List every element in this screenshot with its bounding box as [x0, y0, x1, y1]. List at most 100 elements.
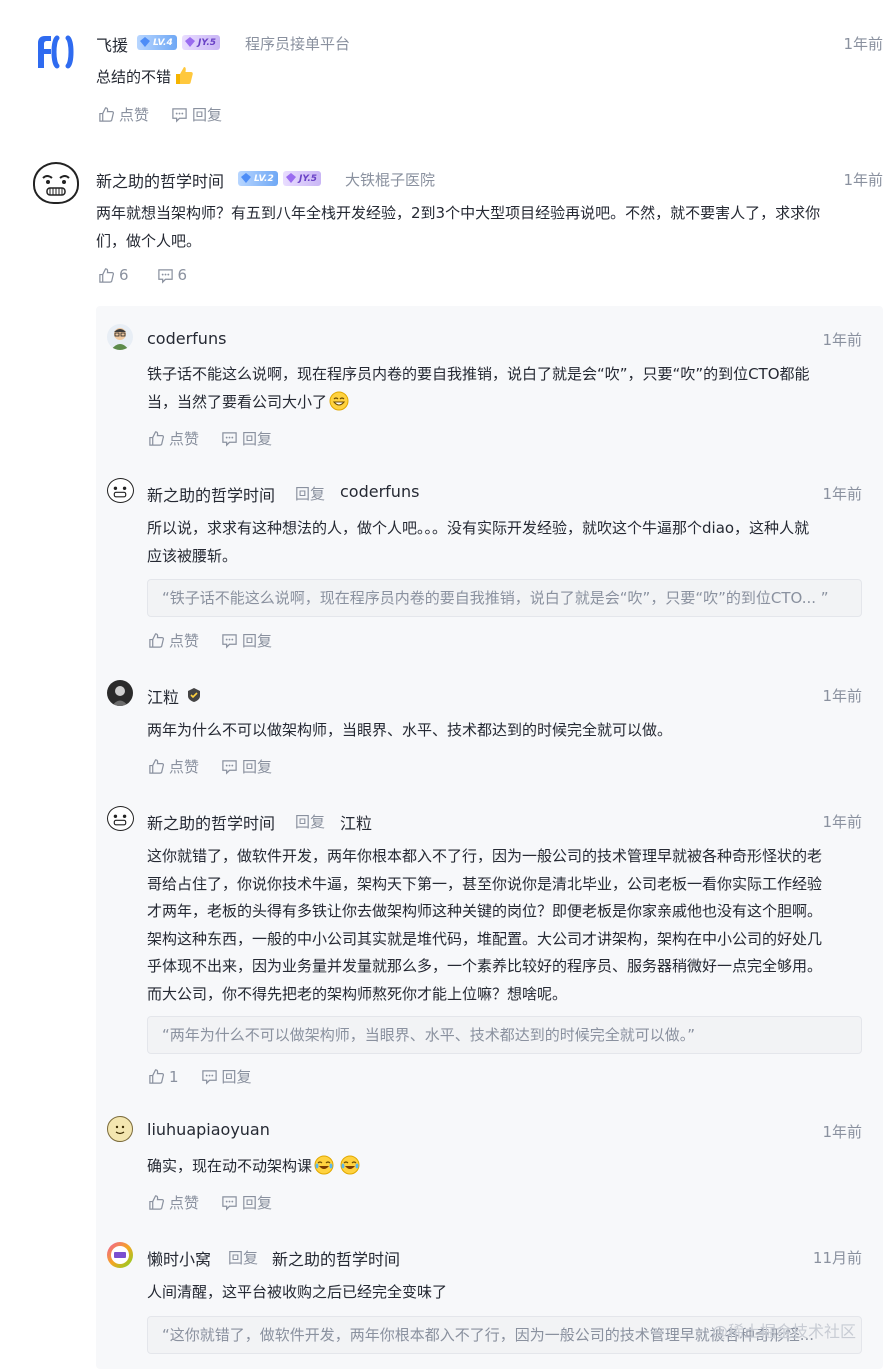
reply-actions: 点赞 回复	[148, 756, 272, 777]
reply-button[interactable]: 回复	[171, 104, 222, 125]
user-name[interactable]: 新之助的哲学时间	[147, 482, 275, 506]
reply-time: 1年前	[822, 687, 862, 705]
comment-bubble-icon	[222, 432, 237, 447]
user-company: 程序员接单平台	[245, 35, 351, 53]
thumbs-up-icon	[149, 633, 165, 648]
comment-bubble-icon	[157, 268, 173, 284]
reply-time: 1年前	[822, 331, 862, 349]
comment-time: 1年前	[843, 171, 883, 189]
grin-emoji-icon	[329, 391, 349, 410]
reply-content: 所以说，求求有这种想法的人，做个人吧。。。没有实际开发经验，就吹这个牛逼那个di…	[147, 519, 810, 565]
reply-button[interactable]: 回复	[221, 1192, 272, 1213]
comment-bubble-icon	[201, 1070, 217, 1085]
reply-target-name[interactable]: 江粒	[340, 810, 372, 834]
avatar[interactable]	[107, 478, 134, 503]
cartoon-face-icon	[42, 175, 70, 196]
watermark: @稀土掘金技术社区	[712, 1322, 857, 1341]
person-avatar-icon	[112, 686, 128, 706]
like-button[interactable]: 点赞	[98, 104, 149, 125]
user-name[interactable]: coderfuns	[147, 329, 226, 348]
reply-target-name[interactable]: 新之助的哲学时间	[272, 1246, 400, 1270]
reply-time: 1年前	[822, 485, 862, 503]
reply-button[interactable]: 回复	[201, 1066, 252, 1087]
reply-label: 回复	[228, 1249, 259, 1267]
reply-target-name[interactable]: coderfuns	[340, 482, 419, 501]
like-button[interactable]: 6	[98, 266, 129, 284]
reply-button[interactable]: 回复	[221, 630, 272, 651]
like-button[interactable]: 点赞	[148, 630, 199, 651]
face-avatar-icon	[115, 1125, 125, 1135]
thumbs-up-icon	[149, 759, 165, 774]
laugh-cry-emoji-icon	[314, 1155, 334, 1175]
thumbs-up-icon	[149, 1195, 165, 1210]
quoted-comment[interactable]: “铁子话不能这么说啊，现在程序员内卷的要自我推销，说白了就是会“吹”，只要“吹”…	[147, 579, 862, 617]
cartoon-face-icon	[113, 814, 127, 826]
comment-content: 总结的不错	[96, 64, 195, 92]
user-name[interactable]: 江粒	[147, 684, 179, 708]
reply-item: 新之助的哲学时间 回复 coderfuns 1年前 所以说，求求有这种想法的人，…	[0, 466, 883, 666]
reply-button[interactable]: 6	[157, 266, 188, 284]
like-button[interactable]: 点赞	[148, 756, 199, 777]
jy-gem-icon	[286, 173, 296, 183]
laugh-cry-emoji-icon	[340, 1155, 360, 1175]
comment-actions: 点赞 回复	[98, 104, 222, 125]
jy-gem-icon	[185, 37, 195, 47]
reply-content: 人间清醒，这平台被收购之后已经完全变味了	[147, 1283, 448, 1301]
reply-button[interactable]: 回复	[221, 756, 272, 777]
reply-actions: 点赞 回复	[148, 1192, 272, 1213]
avatar[interactable]	[33, 162, 79, 204]
like-button[interactable]: 点赞	[148, 1192, 199, 1213]
user-name[interactable]: 飞援	[96, 32, 128, 56]
reply-item: 新之助的哲学时间 回复 江粒 1年前 这你就错了，做软件开发，两年你根本都入不了…	[0, 796, 883, 1106]
reply-item: 江粒 1年前 两年为什么不可以做架构师，当眼界、水平、技术都达到的时候完全就可以…	[0, 666, 883, 796]
reply-actions: 1 回复	[148, 1066, 252, 1087]
comment-item: 新之助的哲学时间 LV.2 JY.5 大铁棍子医院 1年前 两年就想当架构师？有…	[0, 150, 883, 300]
like-button[interactable]: 1	[148, 1066, 179, 1087]
user-name[interactable]: 新之助的哲学时间	[147, 810, 275, 834]
avatar[interactable]	[107, 1116, 133, 1142]
reply-button[interactable]: 回复	[221, 428, 272, 449]
reply-time: 1年前	[822, 813, 862, 831]
like-button[interactable]: 点赞	[148, 428, 199, 449]
comment-bubble-icon	[172, 108, 187, 123]
comment-content: 两年就想当架构师？有五到八年全栈开发经验，2到3个中大型项目经验再说吧。不然，就…	[96, 204, 821, 250]
reply-actions: 点赞 回复	[148, 630, 272, 651]
thumbs-up-icon	[99, 267, 115, 283]
level-badge: LV.2	[238, 171, 278, 186]
thumbs-up-icon	[149, 1069, 165, 1084]
avatar[interactable]	[107, 806, 134, 831]
like-count: 6	[119, 266, 129, 284]
comment-bubble-icon	[222, 634, 237, 649]
verified-badge-icon	[188, 688, 200, 702]
user-name[interactable]: 懒时小窝	[147, 1246, 211, 1270]
reply-count: 6	[177, 266, 188, 284]
user-company: 大铁棍子医院	[345, 171, 436, 189]
thumbs-up-icon	[99, 107, 115, 122]
jy-badge: JY.5	[283, 171, 322, 186]
comment-bubble-icon	[222, 1196, 237, 1211]
avatar[interactable]	[107, 1242, 133, 1268]
reply-item: coderfuns 1年前 铁子话不能这么说啊，现在程序员内卷的要自我推销，说白…	[0, 306, 883, 466]
reply-item: liuhuapiaoyuan 1年前 确实，现在动不动架构课 点赞 回复	[0, 1106, 883, 1232]
user-name[interactable]: 新之助的哲学时间	[96, 168, 224, 192]
thumbs-up-emoji-icon	[176, 67, 193, 84]
comment-actions: 6 6	[98, 266, 187, 284]
reply-actions: 点赞 回复	[148, 428, 272, 449]
reply-content: 铁子话不能这么说啊，现在程序员内卷的要自我推销，说白了就是会“吹”，只要“吹”的…	[147, 365, 810, 411]
avatar[interactable]	[107, 324, 133, 350]
person-avatar-icon	[111, 328, 129, 350]
like-count: 1	[169, 1067, 179, 1086]
user-name[interactable]: liuhuapiaoyuan	[147, 1120, 270, 1139]
level-gem-icon	[241, 173, 251, 183]
f0-logo-icon	[38, 35, 74, 69]
level-badge: LV.4	[137, 35, 177, 50]
avatar[interactable]	[107, 680, 133, 706]
reply-content: 两年为什么不可以做架构师，当眼界、水平、技术都达到的时候完全就可以做。	[147, 721, 673, 739]
reply-label: 回复	[295, 813, 326, 831]
comment-item: 飞援 LV.4 JY.5 程序员接单平台 1年前 总结的不错 点赞 回复	[0, 0, 883, 150]
reply-content: 这你就错了，做软件开发，两年你根本都入不了行，因为一般公司的技术管理早就被各种奇…	[147, 847, 823, 1003]
level-gem-icon	[140, 37, 150, 47]
reply-content: 确实，现在动不动架构课	[147, 1153, 862, 1181]
quoted-comment[interactable]: “两年为什么不可以做架构师，当眼界、水平、技术都达到的时候完全就可以做。”	[147, 1016, 862, 1054]
avatar[interactable]	[33, 30, 77, 74]
